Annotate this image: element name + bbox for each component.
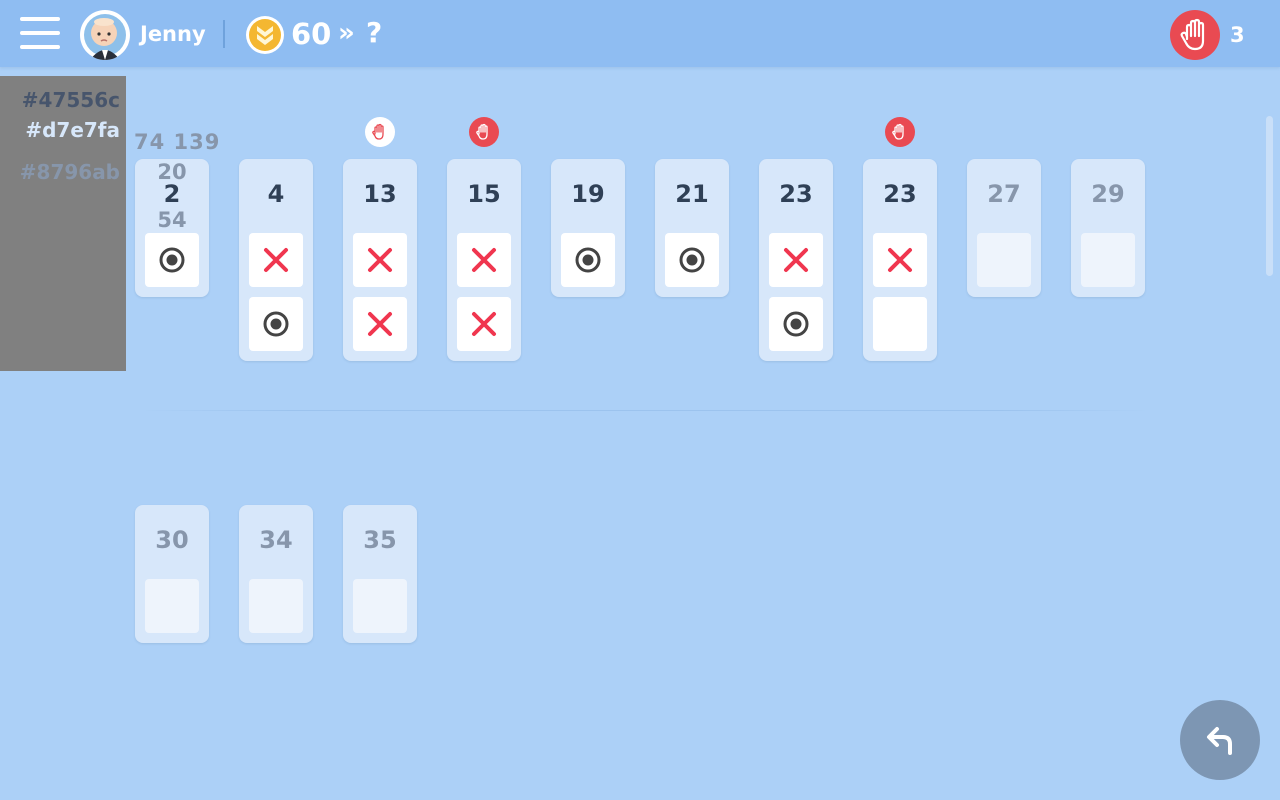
column-number: 30	[155, 526, 189, 554]
number-column[interactable]: 29	[1071, 159, 1145, 297]
column-number: 19	[571, 180, 605, 208]
raised-hand-icon	[476, 123, 488, 140]
raised-hand-indicator	[885, 117, 915, 147]
x-mark-icon	[472, 248, 496, 272]
top-bar: Jenny 60 » ? 3	[0, 0, 1280, 67]
user-avatar[interactable]	[80, 10, 130, 60]
x-mark-icon	[264, 248, 288, 272]
column-number: 15	[467, 180, 501, 208]
color-swatch-muted: #8796ab	[19, 160, 120, 184]
cell-empty[interactable]	[145, 579, 199, 633]
annotation-below: 54	[157, 208, 187, 232]
dot-mark-icon	[679, 247, 705, 273]
cell-x[interactable]	[769, 233, 823, 287]
cell-x[interactable]	[873, 233, 927, 287]
hamburger-menu-icon[interactable]	[20, 17, 60, 49]
number-column[interactable]: 15	[447, 159, 521, 361]
column-number: 29	[1091, 180, 1125, 208]
raised-hand-indicator	[365, 117, 395, 147]
back-arrow-icon	[1207, 727, 1232, 755]
row-divider	[140, 410, 1150, 411]
dot-mark-icon	[263, 311, 289, 337]
number-column[interactable]: 27	[967, 159, 1041, 297]
annotation-top: 74 139	[134, 130, 221, 154]
number-column[interactable]: 23	[759, 159, 833, 361]
cell-dot[interactable]	[665, 233, 719, 287]
column-number: 34	[259, 526, 293, 554]
column-number: 21	[675, 180, 709, 208]
color-swatch-light: #d7e7fa	[25, 118, 120, 142]
number-column[interactable]: 34	[239, 505, 313, 643]
cell-dot[interactable]	[145, 233, 199, 287]
number-column[interactable]: 21	[655, 159, 729, 297]
x-mark-icon	[368, 312, 392, 336]
annotation-above: 20	[157, 160, 187, 184]
raised-hand-icon[interactable]	[1170, 10, 1220, 60]
scrollbar[interactable]	[1266, 116, 1273, 276]
number-column[interactable]: 4	[239, 159, 313, 361]
number-column[interactable]: 19	[551, 159, 625, 297]
coin-icon	[245, 15, 285, 55]
cell-x[interactable]	[457, 297, 511, 351]
column-number: 23	[779, 180, 813, 208]
next-level-arrow-icon: »	[338, 18, 355, 48]
cell-empty[interactable]	[1081, 233, 1135, 287]
dot-mark-icon	[783, 311, 809, 337]
cell-x[interactable]	[457, 233, 511, 287]
number-column[interactable]: 30	[135, 505, 209, 643]
raised-hand-icon	[892, 123, 904, 140]
cell-dot[interactable]	[769, 297, 823, 351]
raised-hand-indicator	[469, 117, 499, 147]
user-name: Jenny	[140, 22, 206, 46]
dot-mark-icon	[575, 247, 601, 273]
header-divider	[223, 20, 225, 48]
cell-x[interactable]	[249, 233, 303, 287]
coin-count: 60	[291, 17, 332, 51]
number-column[interactable]: 23	[863, 159, 937, 361]
x-mark-icon	[368, 248, 392, 272]
column-number: 4	[267, 180, 285, 208]
cell-empty[interactable]	[873, 297, 927, 351]
x-mark-icon	[472, 312, 496, 336]
cell-dot[interactable]	[249, 297, 303, 351]
raised-hand-icon	[372, 123, 384, 140]
cell-x[interactable]	[353, 297, 407, 351]
number-column[interactable]: 35	[343, 505, 417, 643]
back-button[interactable]	[1180, 700, 1260, 780]
cell-empty[interactable]	[249, 579, 303, 633]
column-number: 27	[987, 180, 1021, 208]
color-swatch-dark: #47556c	[21, 88, 120, 112]
column-number: 13	[363, 180, 397, 208]
dot-mark-icon	[159, 247, 185, 273]
x-mark-icon	[888, 248, 912, 272]
color-swatch-panel: #47556c #d7e7fa #8796ab	[0, 76, 126, 371]
cell-empty[interactable]	[977, 233, 1031, 287]
column-number: 23	[883, 180, 917, 208]
cell-dot[interactable]	[561, 233, 615, 287]
x-mark-icon	[784, 248, 808, 272]
number-column[interactable]: 13	[343, 159, 417, 361]
cell-empty[interactable]	[353, 579, 407, 633]
raised-hand-count: 3	[1230, 23, 1245, 47]
column-number: 35	[363, 526, 397, 554]
next-level-value: ?	[366, 16, 383, 49]
cell-x[interactable]	[353, 233, 407, 287]
